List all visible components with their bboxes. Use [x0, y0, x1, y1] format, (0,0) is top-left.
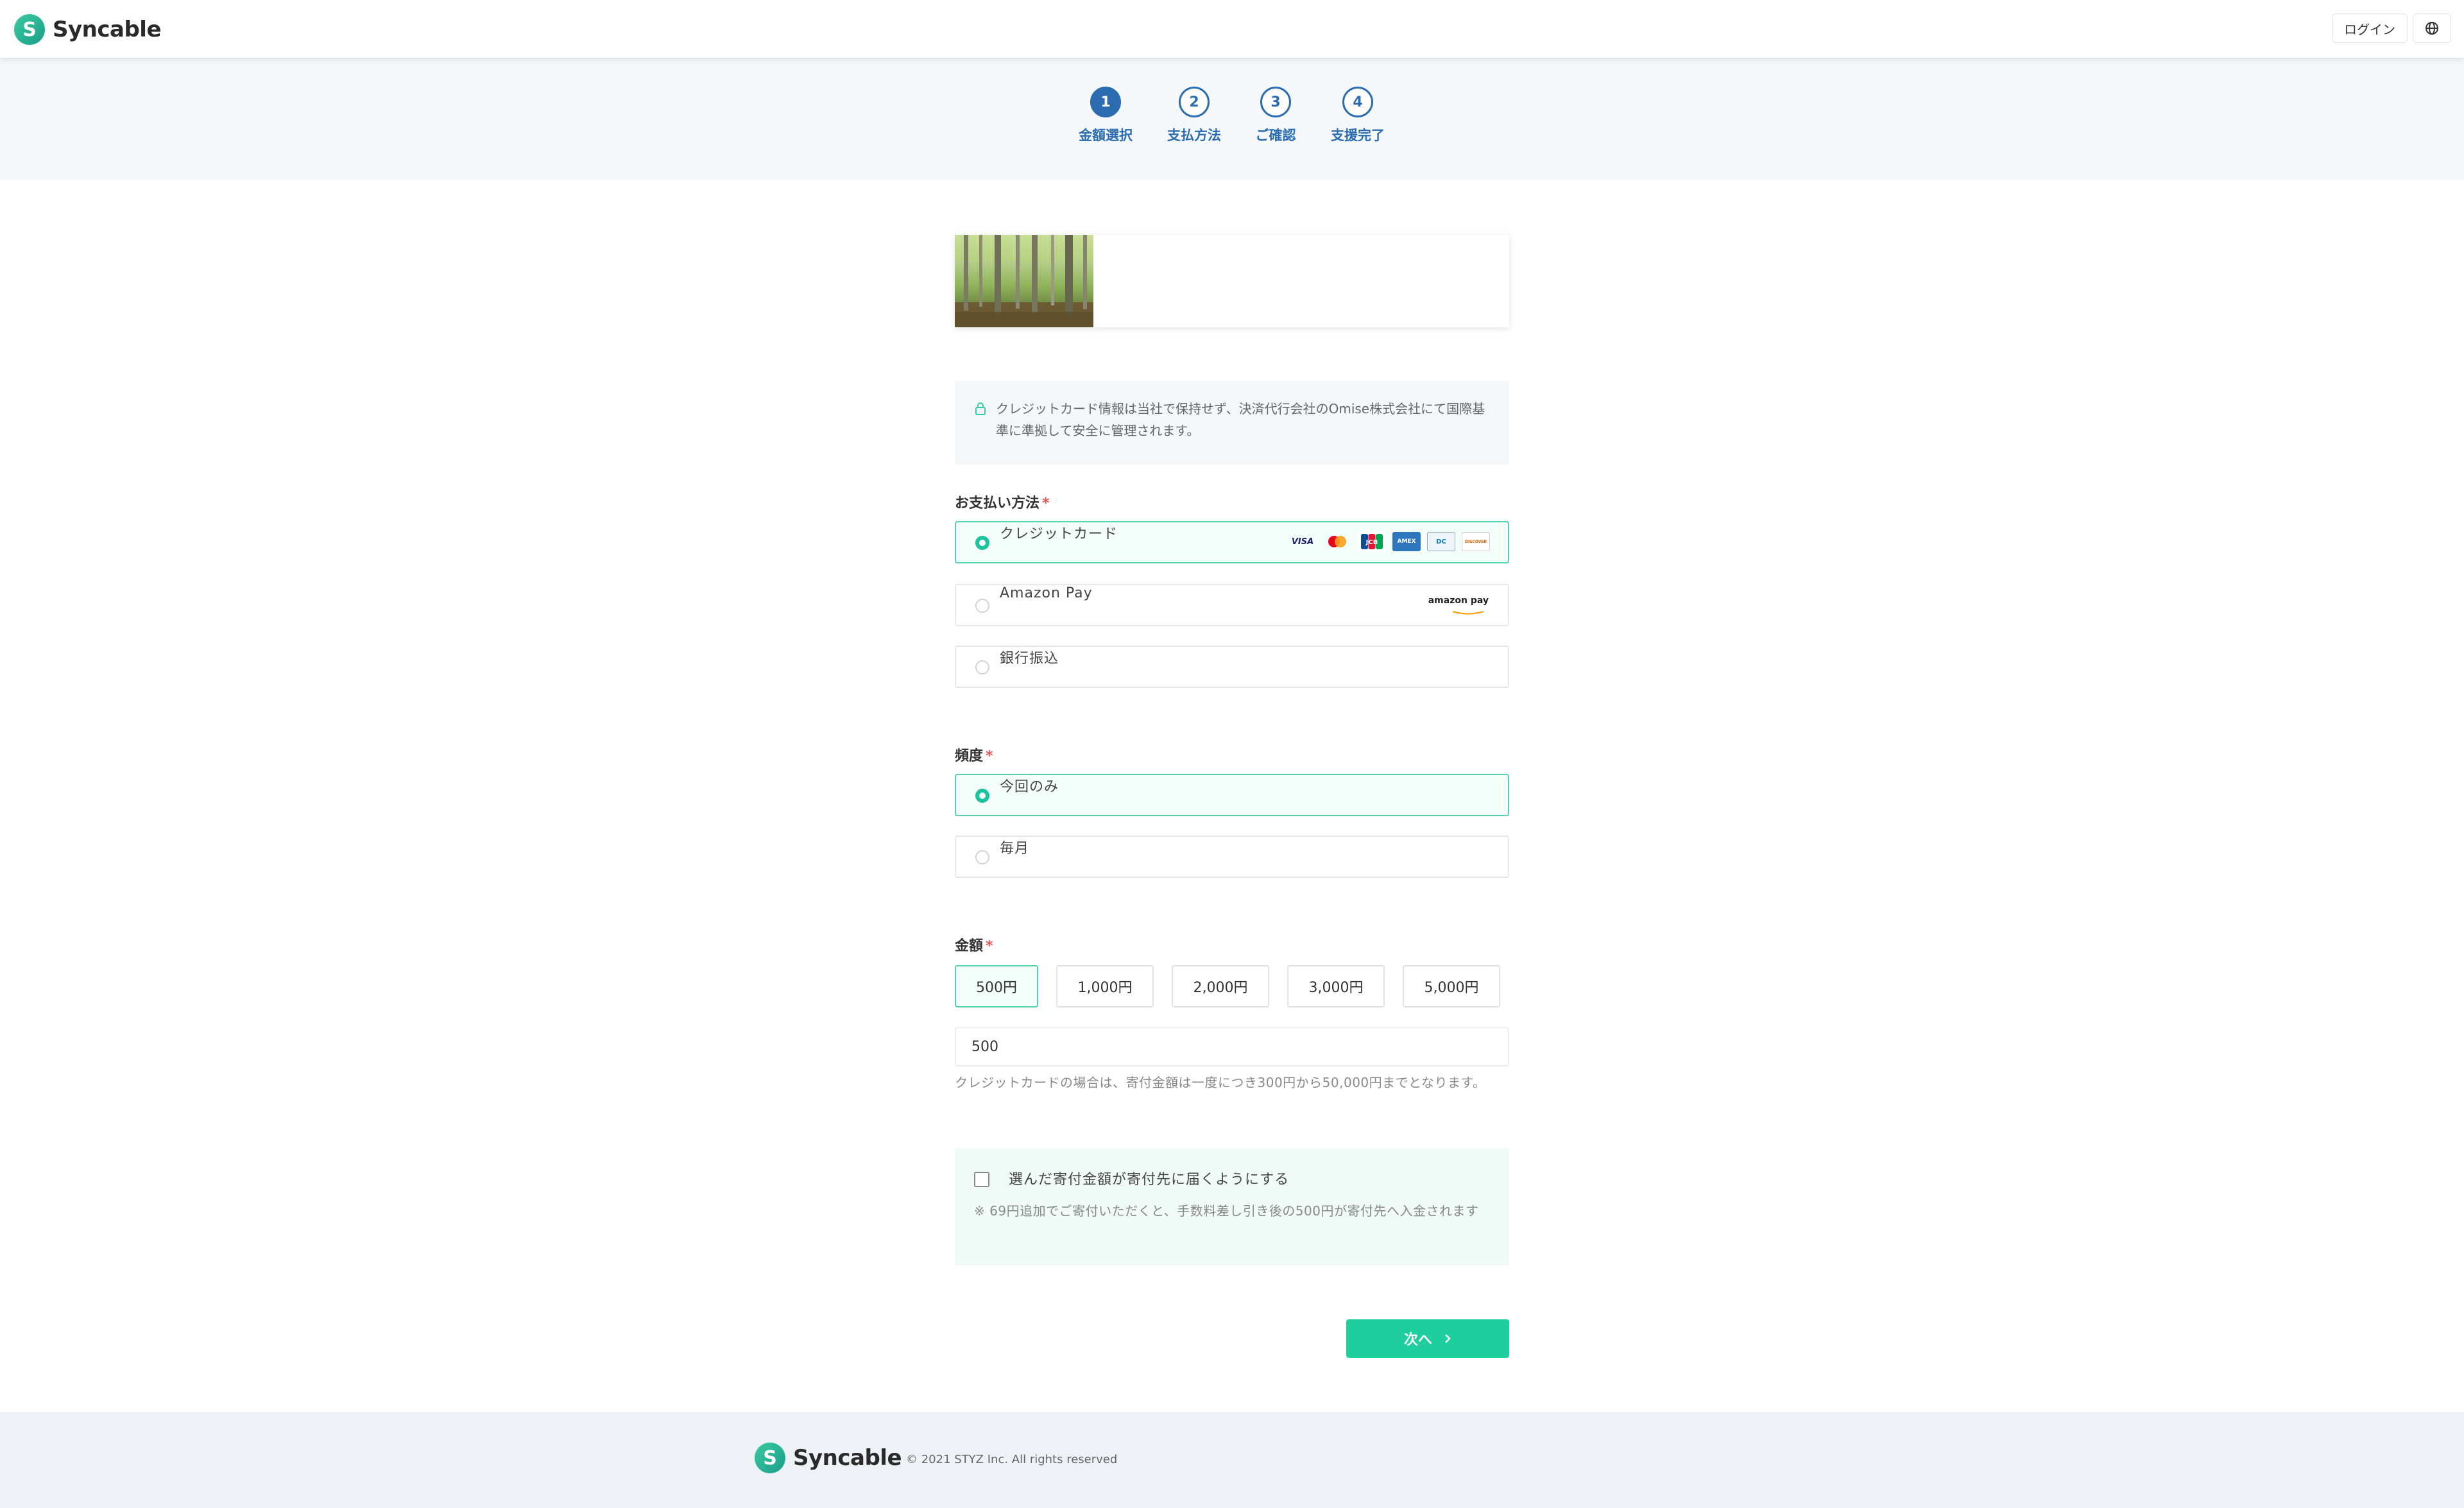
amount-button-5000[interactable]: 5,000円 [1403, 965, 1500, 1007]
fee-coverage-note: ※ 69円追加でご寄付いただくと、手数料差し引き後の500円が寄付先へ入金されま… [974, 1203, 1479, 1219]
jcb-icon: JCB [1358, 532, 1386, 551]
payment-option-label: クレジットカード [1000, 526, 1118, 542]
progress-steps: 1 金額選択 2 支払方法 3 ご確認 4 支援完了 [0, 58, 2464, 180]
fee-coverage-box: 選んだ寄付金額が寄付先に届くようにする ※ 69円追加でご寄付いただくと、手数料… [955, 1149, 1509, 1265]
campaign-card [955, 235, 1509, 327]
payment-option-label: 銀行振込 [1000, 651, 1059, 667]
radio-button[interactable] [975, 850, 989, 864]
svg-text:JCB: JCB [1365, 539, 1378, 546]
payment-method-label-text: お支払い方法 [955, 495, 1040, 511]
required-mark: * [1042, 495, 1050, 511]
card-brand-logos: VISA JCB AMEX DC DISCOVER [1288, 532, 1490, 551]
top-header: S Syncable ログイン [0, 0, 2464, 58]
discover-icon: DISCOVER [1462, 532, 1490, 551]
next-button[interactable]: 次へ [1346, 1319, 1509, 1358]
payment-option-credit-card[interactable]: クレジットカード VISA JCB AMEX DC DISCOVER [955, 521, 1509, 563]
lock-icon [975, 402, 986, 415]
login-button[interactable]: ログイン [2332, 13, 2408, 43]
radio-button[interactable] [975, 660, 989, 674]
notice-text: クレジットカード情報は当社で保持せず、決済代行会社のOmise株式会社にて国際基… [996, 401, 1485, 438]
payment-option-amazon-pay[interactable]: Amazon Pay amazon pay [955, 584, 1509, 626]
radio-button[interactable] [975, 536, 989, 550]
radio-button[interactable] [975, 599, 989, 613]
diners-club-icon: DC [1427, 532, 1455, 551]
amount-button-1000[interactable]: 1,000円 [1056, 965, 1154, 1007]
amount-button-3000[interactable]: 3,000円 [1287, 965, 1385, 1007]
frequency-label: 頻度 * [955, 744, 993, 765]
frequency-option-label: 今回のみ [1000, 779, 1059, 795]
frequency-option-monthly[interactable]: 毎月 [955, 835, 1509, 878]
amount-button-500[interactable]: 500円 [955, 965, 1038, 1007]
amex-icon: AMEX [1392, 532, 1421, 551]
step-label: 支援完了 [1331, 128, 1385, 143]
chevron-right-icon [1445, 1334, 1451, 1343]
step-number: 1 [1090, 87, 1121, 117]
globe-icon [2426, 22, 2438, 35]
visa-icon: VISA [1291, 536, 1314, 547]
amount-hint: クレジットカードの場合は、寄付金額は一度につき300円から50,000円までとな… [955, 1075, 1486, 1090]
syncable-logo-icon: S [14, 14, 45, 45]
payment-option-label: Amazon Pay [1000, 585, 1093, 601]
footer: S Syncable © 2021 STYZ Inc. All rights r… [0, 1412, 2464, 1508]
payment-option-bank-transfer[interactable]: 銀行振込 [955, 646, 1509, 688]
fee-coverage-checkbox[interactable] [974, 1172, 989, 1187]
footer-brand-logo[interactable]: S Syncable [755, 1443, 902, 1473]
forest-image [955, 235, 1093, 327]
step-4: 4 支援完了 [1306, 87, 1409, 144]
step-label: 金額選択 [1079, 128, 1133, 143]
next-button-label: 次へ [1403, 1332, 1432, 1348]
required-mark: * [986, 748, 993, 764]
amount-button-2000[interactable]: 2,000円 [1172, 965, 1269, 1007]
step-1: 1 金額選択 [1054, 87, 1157, 144]
step-number: 4 [1342, 87, 1373, 117]
amazon-pay-logo-icon: amazon pay [1428, 595, 1489, 618]
step-number: 2 [1179, 87, 1210, 117]
step-number: 3 [1260, 87, 1291, 117]
amount-label-text: 金額 [955, 938, 984, 954]
footer-brand-name: Syncable [793, 1445, 902, 1471]
fee-coverage-label[interactable]: 選んだ寄付金額が寄付先に届くようにする [1009, 1168, 1289, 1188]
security-notice: クレジットカード情報は当社で保持せず、決済代行会社のOmise株式会社にて国際基… [955, 381, 1509, 465]
copyright-text: © 2021 STYZ Inc. All rights reserved [906, 1453, 1118, 1466]
brand-name: Syncable [53, 17, 162, 42]
language-button[interactable] [2413, 13, 2451, 43]
radio-button[interactable] [975, 789, 989, 803]
mastercard-icon [1323, 532, 1351, 551]
brand-logo[interactable]: S Syncable [14, 14, 162, 45]
syncable-logo-icon: S [755, 1443, 785, 1473]
amazon-pay-logo-text: amazon pay [1428, 595, 1489, 606]
frequency-option-label: 毎月 [1000, 841, 1030, 857]
frequency-label-text: 頻度 [955, 748, 984, 764]
payment-method-label: お支払い方法 * [955, 492, 1050, 512]
amount-label: 金額 * [955, 934, 993, 955]
frequency-option-once[interactable]: 今回のみ [955, 774, 1509, 816]
required-mark: * [986, 938, 993, 954]
amount-input[interactable] [955, 1027, 1509, 1067]
